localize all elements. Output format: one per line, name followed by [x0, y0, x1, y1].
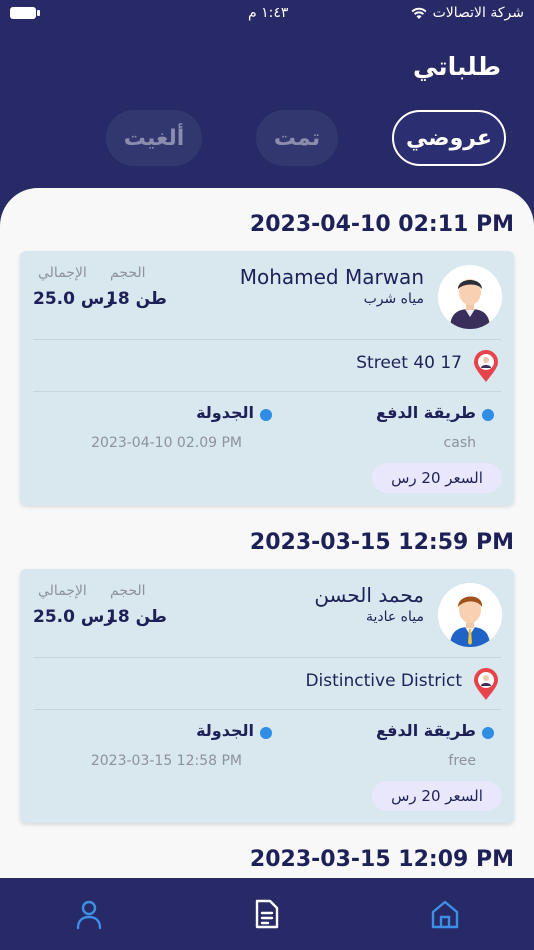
- bottom-nav: [0, 878, 534, 950]
- divider: [33, 709, 501, 710]
- status-time: ١:٤٣ م: [248, 5, 289, 21]
- bullet-icon: [482, 727, 494, 739]
- page-title: طلباتي: [412, 52, 501, 81]
- payment-method-label: طريقة الدفع: [376, 721, 476, 740]
- profile-icon[interactable]: [74, 898, 104, 930]
- divider: [33, 339, 501, 340]
- tab-completed[interactable]: تمت: [256, 110, 338, 166]
- orders-list[interactable]: 2023-04-10 02:11 PM Mohamed Marwan مياه …: [0, 188, 534, 888]
- total-label: الإجمالي: [38, 583, 87, 599]
- tab-cancelled[interactable]: ألغيت: [106, 110, 202, 166]
- order-card[interactable]: محمد الحسن مياه عادية الحجم 18 طن الإجما…: [20, 569, 514, 823]
- wifi-icon: [411, 7, 427, 19]
- customer-avatar: [438, 265, 502, 329]
- customer-name: محمد الحسن: [314, 583, 424, 607]
- payment-method-value: free: [448, 753, 476, 769]
- location-pin-icon: [474, 350, 498, 382]
- volume-label: الحجم: [110, 583, 146, 599]
- bullet-icon: [260, 727, 272, 739]
- total-value: 25.0 رس: [33, 607, 115, 627]
- schedule-label: الجدولة: [196, 403, 254, 422]
- order-date-heading: 2023-03-15 12:59 PM: [249, 530, 514, 555]
- order-date-heading: 2023-04-10 02:11 PM: [249, 212, 514, 237]
- status-carrier: شركة الاتصالات: [432, 5, 524, 21]
- total-label: الإجمالي: [38, 265, 87, 281]
- product-name: مياه شرب: [363, 291, 424, 307]
- price-badge: السعر 20 رس: [372, 463, 502, 493]
- bullet-icon: [260, 409, 272, 421]
- customer-name: Mohamed Marwan: [239, 265, 424, 289]
- schedule-label: الجدولة: [196, 721, 254, 740]
- customer-avatar: [438, 583, 502, 647]
- payment-method-value: cash: [443, 435, 476, 451]
- address-text: Street 40 17: [356, 353, 462, 373]
- orders-icon[interactable]: [252, 898, 282, 930]
- status-bar: ١:٤٣ م شركة الاتصالات: [0, 0, 534, 28]
- bullet-icon: [482, 409, 494, 421]
- location-pin-icon: [474, 668, 498, 700]
- divider: [33, 391, 501, 392]
- volume-label: الحجم: [110, 265, 146, 281]
- volume-value: 18 طن: [106, 607, 167, 627]
- divider: [33, 657, 501, 658]
- address-text: Distinctive District: [305, 671, 462, 691]
- product-name: مياه عادية: [365, 609, 424, 625]
- order-card[interactable]: Mohamed Marwan مياه شرب الحجم 18 طن الإج…: [20, 251, 514, 505]
- payment-method-label: طريقة الدفع: [376, 403, 476, 422]
- volume-value: 18 طن: [106, 289, 167, 309]
- battery-icon: [10, 7, 40, 19]
- price-badge: السعر 20 رس: [372, 781, 502, 811]
- tab-offers[interactable]: عروضي: [392, 110, 506, 166]
- schedule-value: 2023-04-10 02.09 PM: [91, 435, 242, 451]
- schedule-value: 2023-03-15 12:58 PM: [90, 753, 242, 769]
- order-date-heading: 2023-03-15 12:09 PM: [249, 847, 514, 872]
- home-icon[interactable]: [430, 898, 460, 930]
- total-value: 25.0 رس: [33, 289, 115, 309]
